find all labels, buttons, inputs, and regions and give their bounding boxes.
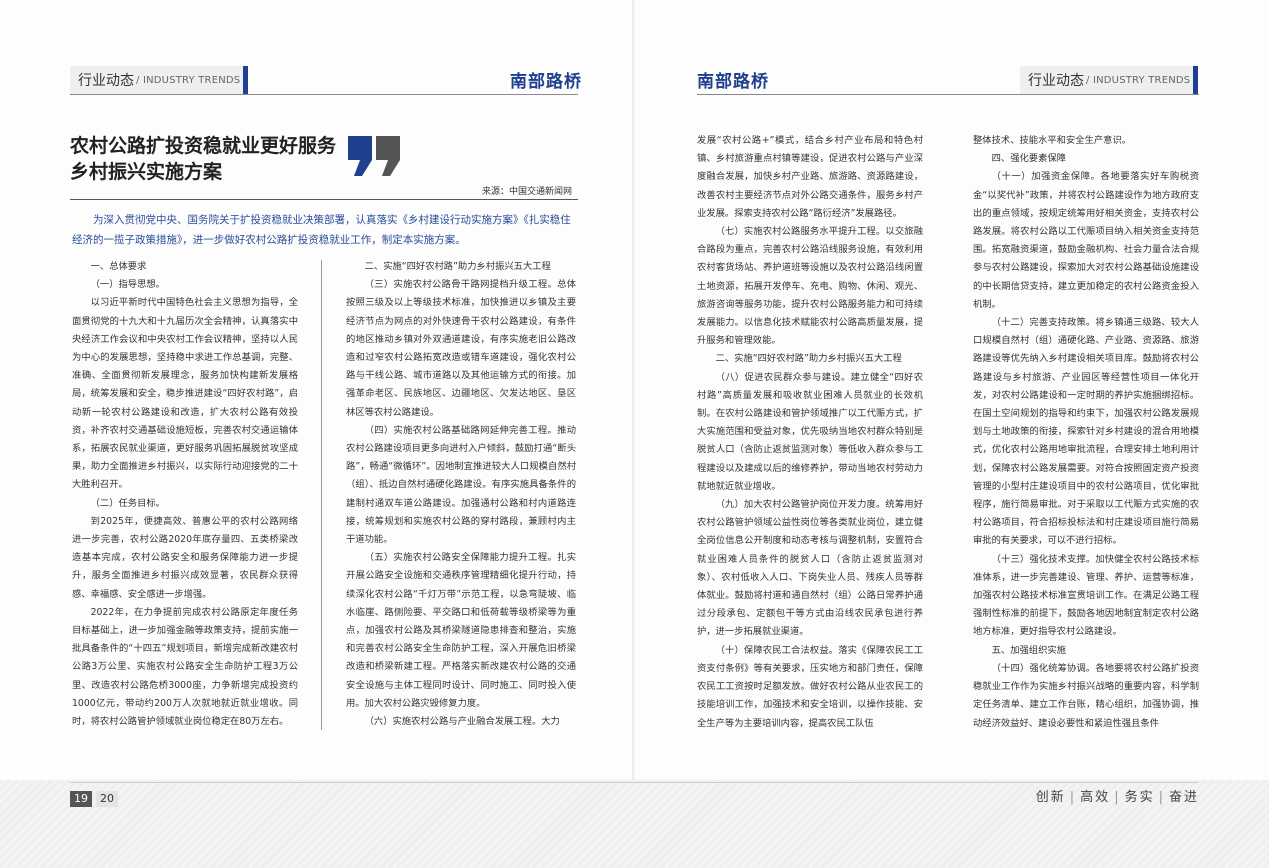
slogan-word: 务实	[1124, 790, 1155, 805]
header-rule-left	[70, 94, 578, 95]
section-tag-en: / INDUSTRY TRENDS	[136, 74, 241, 86]
header-rule-right	[697, 94, 1199, 95]
section-tag-right: 行业动态 / INDUSTRY TRENDS	[1020, 66, 1198, 94]
paragraph: 发展“农村公路+”模式，结合乡村产业布局和特色村镇、乡村旅游重点村镇等建设，促进…	[697, 135, 923, 219]
paragraph: 整体技术、技能水平和安全生产意识。	[973, 135, 1132, 146]
paragraph: 2022年，在力争提前完成农村公路原定年度任务目标基础上，进一步加强金融等政策支…	[72, 606, 298, 728]
column-2: 二、实施“四好农村路”助力乡村振兴五大工程 （三）实施农村公路骨干路网提档升级工…	[346, 258, 576, 738]
column-3: 发展“农村公路+”模式，结合乡村产业布局和特色村镇、乡村旅游重点村镇等建设，促进…	[697, 132, 923, 738]
section-tag-en: / INDUSTRY TRENDS	[1086, 74, 1191, 86]
paragraph: （八）促进农民群众参与建设。建立健全“四好农村路”高质量发展和吸收就业困难人员就…	[697, 371, 923, 492]
article-title: 农村公路扩投资稳就业更好服务 乡村振兴实施方案	[70, 133, 350, 185]
paragraph: （三）实施农村公路骨干路网提档升级工程。总体按照三级及以上等级技术标准，加快推进…	[346, 279, 576, 418]
page-number-left: 19	[70, 791, 92, 807]
brand-logo-right: 南部路桥	[697, 72, 769, 92]
left-page: 行业动态 / INDUSTRY TRENDS 南部路桥 农村公路扩投资稳就业更好…	[0, 0, 634, 868]
paragraph: （七）实施农村公路服务水平提升工程。以交旅融合路段为重点，完善农村公路沿线服务设…	[697, 226, 923, 347]
footer-slogan: 创新 | 高效 | 务实 | 奋进	[1035, 790, 1199, 805]
slogan-word: 奋进	[1168, 790, 1199, 805]
paragraph: （十一）加强资金保障。各地要落实好车购税资金“以奖代补”政策，并将农村公路建设作…	[973, 171, 1199, 310]
slogan-word: 高效	[1080, 790, 1111, 805]
paragraph: （十二）完善支持政策。将乡镇通三级路、较大人口规模自然村（组）通硬化路、产业路、…	[973, 317, 1199, 547]
paragraph: （十三）强化技术支撑。加快健全农村公路技术标准体系，进一步完善建设、管理、养护、…	[973, 553, 1199, 638]
paragraph: （九）加大农村公路管护岗位开发力度。统筹用好农村公路管护领域公益性岗位等各类就业…	[697, 499, 923, 638]
brand-logo-left: 南部路桥	[510, 72, 582, 92]
article-source: 来源：中国交通新闻网	[481, 187, 572, 197]
paragraph: （二）任务目标。	[90, 497, 165, 509]
source-rule	[70, 199, 578, 200]
page-number-right: 20	[96, 791, 118, 807]
title-line-1: 农村公路扩投资稳就业更好服务	[70, 135, 337, 157]
paragraph: 二、实施“四好农村路”助力乡村振兴五大工程	[715, 353, 902, 365]
section-tag-left: 行业动态 / INDUSTRY TRENDS	[70, 66, 248, 94]
paragraph: 以习近平新时代中国特色社会主义思想为指导，全面贯彻党的十九大和十九届历次全会精神…	[72, 297, 298, 491]
paragraph: 五、加强组织实施	[991, 644, 1066, 656]
footer-rule	[70, 782, 1199, 783]
quote-mark-icon	[348, 136, 400, 176]
paragraph: （四）实施农村公路基础路网延伸完善工程。推动农村公路建设项目更多向进村入户倾斜，…	[346, 424, 576, 546]
right-page: 南部路桥 行业动态 / INDUSTRY TRENDS 发展“农村公路+”模式，…	[635, 0, 1269, 868]
slogan-word: 创新	[1035, 790, 1066, 805]
paragraph: （十四）强化统筹协调。各地要将农村公路扩投资稳就业工作作为实施乡村振兴战略的重要…	[973, 662, 1199, 729]
column-1: 一、总体要求 （一）指导思想。 以习近平新时代中国特色社会主义思想为指导，全面贯…	[72, 258, 298, 738]
paragraph: （一）指导思想。	[90, 279, 165, 291]
paragraph: 到2025年，便捷高效、普惠公平的农村公路网络进一步完善，农村公路2020年底存…	[72, 515, 298, 600]
column-divider	[321, 260, 322, 730]
paragraph: （十）保障农民工合法权益。落实《保障农民工工资支付条例》等有关要求，压实地方和部…	[697, 644, 923, 729]
paragraph: （六）实施农村公路与产业融合发展工程。大力	[364, 716, 560, 728]
section-tag-zh: 行业动态	[1028, 73, 1084, 89]
paragraph: 二、实施“四好农村路”助力乡村振兴五大工程	[364, 261, 551, 272]
paragraph: 四、强化要素保障	[991, 153, 1066, 165]
article-intro: 为深入贯彻党中央、国务院关于扩投资稳就业决策部署，认真落实《乡村建设行动实施方案…	[72, 214, 571, 246]
column-4: 整体技术、技能水平和安全生产意识。 四、强化要素保障 （十一）加强资金保障。各地…	[973, 132, 1199, 738]
section-tag-zh: 行业动态	[78, 73, 134, 89]
paragraph: 一、总体要求	[90, 261, 147, 272]
paragraph: （五）实施农村公路安全保障能力提升工程。扎实开展公路安全设施和交通秩序管理精细化…	[346, 552, 576, 709]
title-line-2: 乡村振兴实施方案	[70, 161, 223, 183]
